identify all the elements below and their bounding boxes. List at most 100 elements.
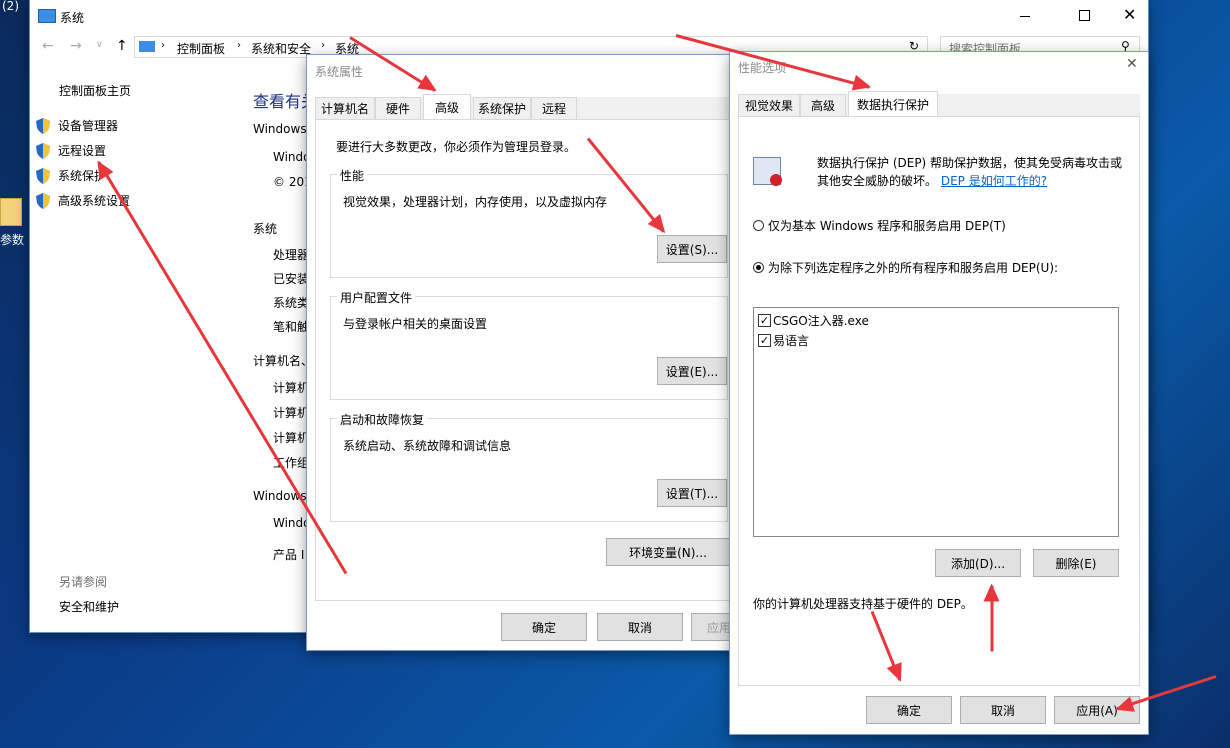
sidebar-home[interactable]: 控制面板主页 <box>59 82 131 99</box>
address-sep-icon: › <box>321 40 325 51</box>
tab-system-protection[interactable]: 系统保护 <box>473 97 531 119</box>
group-label: 性能 <box>337 167 367 184</box>
tab-advanced[interactable]: 高级 <box>423 94 471 119</box>
forward-icon[interactable]: → <box>70 38 82 54</box>
radio-label: 仅为基本 Windows 程序和服务启用 DEP(T) <box>768 217 1006 234</box>
recent-chevron-icon[interactable]: ∨ <box>96 40 103 50</box>
system-row: 笔和触 <box>273 318 309 335</box>
shield-icon <box>36 168 50 184</box>
list-item[interactable]: ✓ CSGO注入器.exe <box>758 312 869 329</box>
list-item-label: CSGO注入器.exe <box>773 312 869 329</box>
windows-edition-heading: Windows <box>253 122 307 136</box>
ok-button[interactable]: 确定 <box>866 696 952 724</box>
activation-text: Windo <box>273 516 311 530</box>
dep-description-1: 数据执行保护 (DEP) 帮助保护数据，使其免受病毒攻击或 <box>817 154 1122 171</box>
user-profiles-group: 用户配置文件 与登录帐户相关的桌面设置 设置(E)... <box>330 296 728 400</box>
see-also-security-link[interactable]: 安全和维护 <box>59 598 119 615</box>
system-app-icon <box>38 9 56 23</box>
hardware-dep-note: 你的计算机处理器支持基于硬件的 DEP。 <box>753 595 973 612</box>
profiles-settings-button[interactable]: 设置(E)... <box>657 357 727 385</box>
shield-icon <box>36 193 50 209</box>
computer-row: 计算机 <box>273 404 309 421</box>
ok-button[interactable]: 确定 <box>501 613 587 641</box>
group-label: 启动和故障恢复 <box>337 411 427 428</box>
exception-list[interactable]: ✓ CSGO注入器.exe ✓ 易语言 <box>753 307 1119 537</box>
group-desc: 系统启动、系统故障和调试信息 <box>343 437 511 454</box>
tab-visual-effects[interactable]: 视觉效果 <box>738 94 800 116</box>
radio-button[interactable] <box>753 262 764 273</box>
dep-icon <box>753 157 781 185</box>
performance-options-dialog: 性能选项 ✕ 视觉效果 高级 数据执行保护 数据执行保护 (DEP) 帮助保护数… <box>730 52 1148 734</box>
desktop-icon-label: 参数 <box>0 231 24 248</box>
back-icon[interactable]: ← <box>42 38 54 54</box>
dep-description-text: 其他安全威胁的破坏。 <box>817 174 937 188</box>
system-heading: 系统 <box>253 220 277 237</box>
tab-computer-name[interactable]: 计算机名 <box>315 97 375 119</box>
cancel-button[interactable]: 取消 <box>960 696 1046 724</box>
breadcrumb-item[interactable]: 控制面板 <box>177 40 225 57</box>
maximize-icon[interactable] <box>1079 10 1090 21</box>
sidebar-item-label: 设备管理器 <box>58 117 118 134</box>
dep-help-link[interactable]: DEP 是如何工作的? <box>941 174 1047 188</box>
radio-label: 为除下列选定程序之外的所有程序和服务启用 DEP(U): <box>768 259 1058 276</box>
product-id-text: 产品 I <box>273 546 304 563</box>
performance-settings-button[interactable]: 设置(S)... <box>657 235 727 263</box>
radio-basic[interactable]: 仅为基本 Windows 程序和服务启用 DEP(T) <box>753 217 1006 234</box>
list-item[interactable]: ✓ 易语言 <box>758 332 809 349</box>
address-computer-icon <box>139 41 155 52</box>
window-title: 系统 <box>60 9 84 26</box>
admin-note: 要进行大多数更改，你必须作为管理员登录。 <box>336 138 576 155</box>
radio-button[interactable] <box>753 220 764 231</box>
sidebar-item-label: 远程设置 <box>58 142 106 159</box>
see-also-heading: 另请参阅 <box>59 573 107 590</box>
dep-description-2: 其他安全威胁的破坏。 DEP 是如何工作的? <box>817 172 1047 189</box>
radio-all-except[interactable]: 为除下列选定程序之外的所有程序和服务启用 DEP(U): <box>753 259 1058 276</box>
startup-recovery-group: 启动和故障恢复 系统启动、系统故障和调试信息 设置(T)... <box>330 418 728 522</box>
edition-text: Windo <box>273 150 311 164</box>
group-desc: 与登录帐户相关的桌面设置 <box>343 315 487 332</box>
system-row: 已安装 <box>273 270 309 287</box>
breadcrumb-item[interactable]: 系统和安全 <box>251 40 311 57</box>
up-icon[interactable]: ↑ <box>116 38 128 54</box>
list-item-label: 易语言 <box>773 332 809 349</box>
cancel-button[interactable]: 取消 <box>597 613 683 641</box>
annotation-arrow <box>991 586 994 652</box>
system-row: 处理器 <box>273 246 309 263</box>
search-icon[interactable]: ⚲ <box>1121 39 1130 53</box>
sidebar-item-device-manager[interactable]: 设备管理器 <box>36 117 118 134</box>
copyright-text: © 201 <box>273 175 312 189</box>
desktop-corner-text: (2) <box>2 0 19 13</box>
shield-icon <box>36 143 50 159</box>
title-bar: 系统 ✕ <box>30 0 1148 34</box>
close-icon[interactable]: ✕ <box>1123 5 1136 24</box>
group-label: 用户配置文件 <box>337 289 415 306</box>
tab-remote[interactable]: 远程 <box>531 97 577 119</box>
shield-icon <box>36 118 50 134</box>
tab-strip: 视觉效果 高级 数据执行保护 <box>738 94 1140 116</box>
refresh-icon[interactable]: ↻ <box>909 39 919 53</box>
close-icon[interactable]: ✕ <box>1126 56 1138 72</box>
dialog-title: 系统属性 <box>315 63 363 80</box>
tab-advanced[interactable]: 高级 <box>800 94 846 116</box>
computer-heading: 计算机名、 <box>253 352 313 369</box>
checkbox[interactable]: ✓ <box>758 334 771 347</box>
desktop-folder-icon[interactable] <box>0 198 22 226</box>
tab-dep[interactable]: 数据执行保护 <box>848 91 938 116</box>
tab-panel: 要进行大多数更改，你必须作为管理员登录。 性能 视觉效果，处理器计划，内存使用，… <box>315 119 740 601</box>
checkbox[interactable]: ✓ <box>758 314 771 327</box>
startup-settings-button[interactable]: 设置(T)... <box>657 479 727 507</box>
sidebar-item-remote[interactable]: 远程设置 <box>36 142 106 159</box>
minimize-icon[interactable] <box>1020 16 1030 17</box>
no-entry-icon <box>770 174 782 186</box>
tab-hardware[interactable]: 硬件 <box>375 97 421 119</box>
computer-row: 计算机 <box>273 429 309 446</box>
tab-panel: 数据执行保护 (DEP) 帮助保护数据，使其免受病毒攻击或 其他安全威胁的破坏。… <box>738 116 1140 686</box>
system-properties-dialog: 系统属性 计算机名 硬件 高级 系统保护 远程 要进行大多数更改，你必须作为管理… <box>307 55 747 650</box>
environment-variables-button[interactable]: 环境变量(N)... <box>606 538 730 566</box>
remove-button[interactable]: 删除(E) <box>1033 549 1119 577</box>
system-row: 系统类 <box>273 294 309 311</box>
group-desc: 视觉效果，处理器计划，内存使用，以及虚拟内存 <box>343 193 607 210</box>
tab-strip: 计算机名 硬件 高级 系统保护 远程 <box>315 97 740 119</box>
address-sep-icon: › <box>161 40 165 51</box>
add-button[interactable]: 添加(D)... <box>935 549 1021 577</box>
